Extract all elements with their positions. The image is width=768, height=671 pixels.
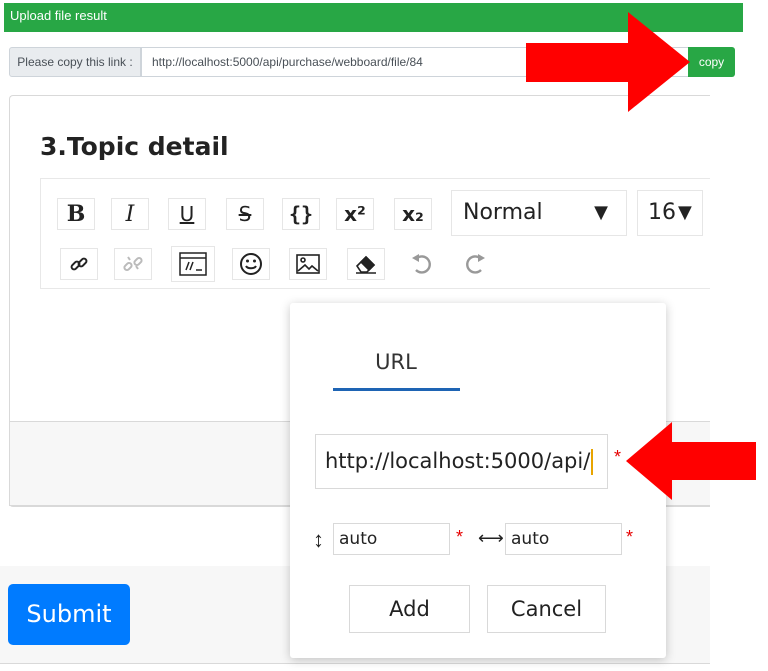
source-code-icon[interactable] bbox=[171, 246, 215, 282]
submit-button[interactable]: Submit bbox=[8, 584, 130, 645]
unlink-icon[interactable] bbox=[114, 248, 152, 280]
font-size-value: 16 bbox=[648, 200, 676, 225]
superscript-button[interactable]: x² bbox=[336, 198, 374, 230]
image-icon[interactable] bbox=[289, 248, 327, 280]
image-width-input[interactable]: auto bbox=[505, 523, 622, 555]
required-marker: * bbox=[626, 527, 634, 547]
required-marker: * bbox=[456, 527, 464, 547]
image-url-value: http://localhost:5000/api/ bbox=[325, 449, 591, 473]
image-height-input[interactable]: auto bbox=[333, 523, 450, 555]
strikethrough-button[interactable]: S bbox=[226, 198, 264, 230]
text-caret bbox=[591, 449, 594, 475]
image-url-input[interactable]: http://localhost:5000/api/ bbox=[315, 434, 608, 489]
height-icon: ↕ bbox=[313, 527, 324, 552]
required-marker: * bbox=[614, 447, 622, 467]
block-format-value: Normal bbox=[463, 200, 543, 225]
italic-button[interactable]: I bbox=[111, 198, 149, 230]
underline-button[interactable]: U bbox=[168, 198, 206, 230]
link-icon[interactable] bbox=[60, 248, 98, 280]
tab-url[interactable]: URL bbox=[332, 350, 460, 378]
add-button[interactable]: Add bbox=[349, 585, 470, 633]
dropdown-arrow-icon: ▼ bbox=[594, 202, 608, 223]
eraser-icon[interactable] bbox=[347, 248, 385, 280]
divider bbox=[0, 663, 710, 664]
block-format-select[interactable]: Normal ▼ bbox=[451, 190, 627, 236]
annotation-arrow-icon bbox=[626, 422, 756, 500]
width-icon: ⟷ bbox=[478, 528, 504, 548]
emoji-icon[interactable] bbox=[232, 248, 270, 280]
cancel-button[interactable]: Cancel bbox=[487, 585, 606, 633]
dropdown-arrow-icon: ▼ bbox=[678, 202, 692, 223]
redo-icon[interactable] bbox=[457, 248, 495, 280]
undo-icon[interactable] bbox=[402, 248, 440, 280]
bold-button[interactable]: B bbox=[57, 198, 95, 230]
subscript-button[interactable]: x₂ bbox=[394, 198, 432, 230]
font-size-select[interactable]: 16 ▼ bbox=[637, 190, 703, 236]
active-tab-indicator bbox=[333, 388, 460, 391]
code-button[interactable]: {} bbox=[282, 198, 320, 230]
section-title: 3.Topic detail bbox=[40, 132, 229, 161]
annotation-arrow-icon bbox=[526, 12, 690, 112]
copy-link-prefix: Please copy this link : bbox=[9, 47, 141, 77]
